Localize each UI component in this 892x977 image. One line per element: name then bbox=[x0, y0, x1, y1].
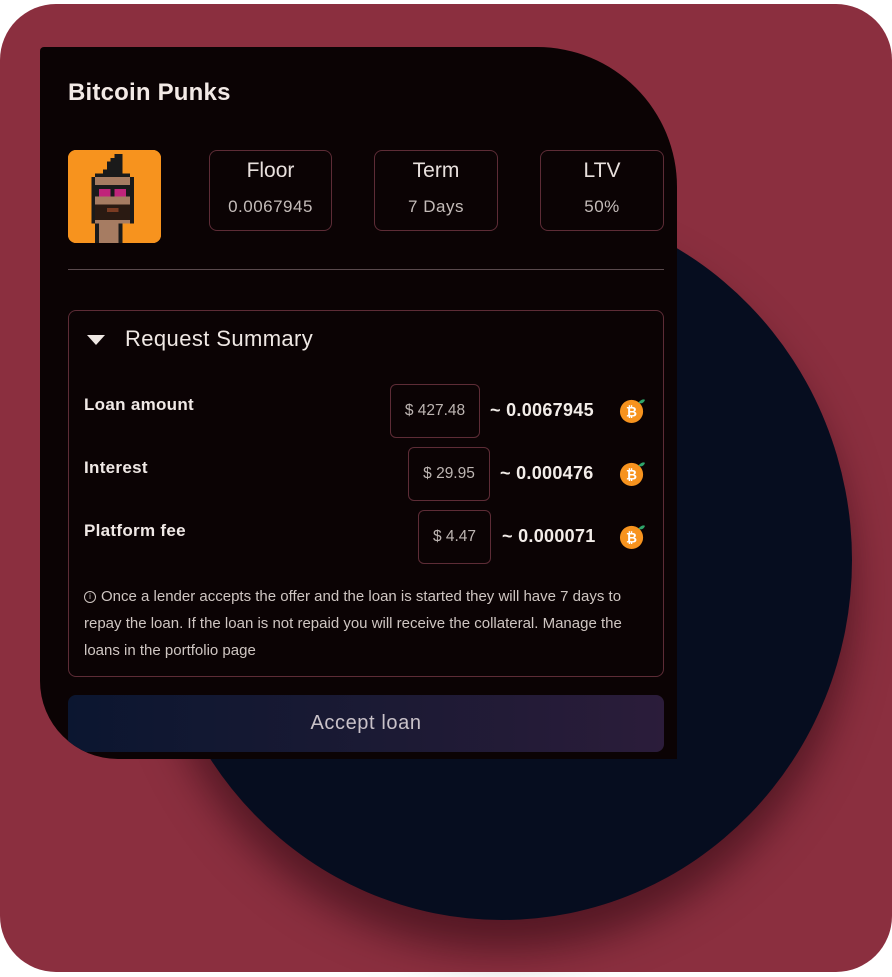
loan-amount-usd: $ 427.48 bbox=[390, 384, 480, 438]
loan-request-card: Bitcoin Punks Floor 0.0067945 Term 7 Day… bbox=[40, 47, 677, 759]
stat-ltv: LTV 50% bbox=[540, 150, 664, 231]
request-summary-heading: Request Summary bbox=[125, 326, 314, 351]
platform-fee-usd: $ 4.47 bbox=[418, 510, 491, 564]
interest-label: Interest bbox=[84, 458, 148, 477]
platform-fee-btc: ~ 0.000071 bbox=[502, 526, 596, 546]
bitcoin-coin-icon: ₿ bbox=[619, 399, 646, 424]
loan-info-note: i Once a lender accepts the offer and the… bbox=[84, 583, 644, 664]
svg-text:₿: ₿ bbox=[626, 530, 637, 546]
stat-floor-value: 0.0067945 bbox=[228, 197, 313, 216]
request-summary-panel: Request Summary Loan amount $ 427.48 ~ 0… bbox=[68, 310, 664, 677]
stat-term-label: Term bbox=[412, 159, 460, 182]
collection-title: Bitcoin Punks bbox=[68, 79, 231, 106]
loan-info-text: Once a lender accepts the offer and the … bbox=[84, 588, 622, 659]
stat-term-value: 7 Days bbox=[408, 197, 464, 216]
stat-floor: Floor 0.0067945 bbox=[209, 150, 332, 231]
info-icon: i bbox=[84, 591, 96, 603]
stat-ltv-label: LTV bbox=[583, 159, 621, 182]
stat-term: Term 7 Days bbox=[374, 150, 498, 231]
stat-floor-label: Floor bbox=[246, 159, 295, 182]
interest-btc: ~ 0.000476 bbox=[500, 463, 594, 483]
caret-down-icon bbox=[87, 335, 105, 345]
request-summary-toggle[interactable]: Request Summary bbox=[87, 326, 313, 352]
nft-avatar bbox=[68, 150, 161, 243]
stat-ltv-value: 50% bbox=[584, 197, 620, 216]
bitcoin-coin-icon: ₿ bbox=[619, 525, 646, 550]
bitcoin-coin-icon: ₿ bbox=[619, 462, 646, 487]
accept-loan-button[interactable]: Accept loan bbox=[68, 695, 664, 752]
svg-text:₿: ₿ bbox=[626, 404, 637, 420]
loan-amount-label: Loan amount bbox=[84, 395, 195, 414]
divider bbox=[68, 269, 664, 270]
platform-fee-label: Platform fee bbox=[84, 521, 186, 540]
loan-amount-btc: ~ 0.0067945 bbox=[490, 400, 594, 420]
interest-usd: $ 29.95 bbox=[408, 447, 490, 501]
svg-text:₿: ₿ bbox=[626, 467, 637, 483]
